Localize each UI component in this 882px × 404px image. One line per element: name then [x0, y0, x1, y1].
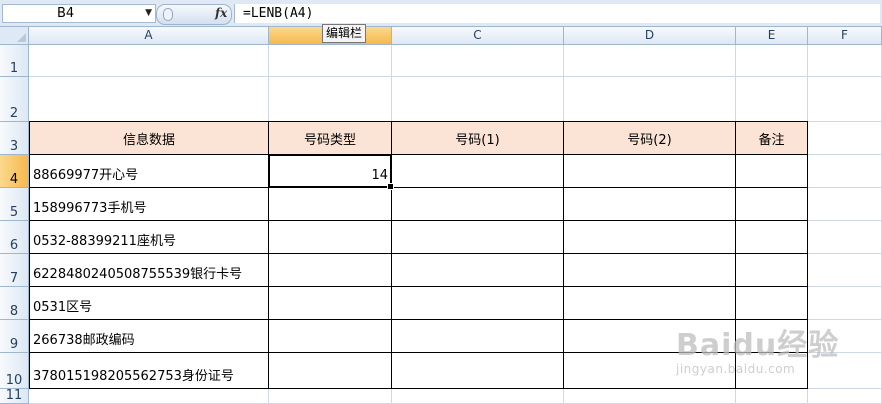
- table-cell[interactable]: [269, 188, 392, 221]
- table-cell[interactable]: 6228480240508755539银行卡号: [30, 254, 269, 287]
- select-all-button[interactable]: [0, 27, 29, 45]
- cell-f[interactable]: [808, 221, 882, 254]
- cell-a1[interactable]: [29, 45, 269, 77]
- insert-function-icon[interactable]: fx: [215, 6, 227, 20]
- cell-f3[interactable]: [808, 122, 882, 155]
- table-cell-value: 266738邮政编码: [33, 333, 135, 348]
- table-cell-value: 0532-88399211座机号: [33, 234, 176, 249]
- cell-c2[interactable]: [392, 77, 564, 122]
- table-cell[interactable]: [564, 254, 736, 287]
- table-header-cell[interactable]: 号码(1): [392, 122, 564, 155]
- formula-input[interactable]: =LENB(A4): [234, 4, 880, 23]
- table-cell[interactable]: 0531区号: [30, 287, 269, 320]
- name-box-value: B4: [57, 6, 75, 21]
- table-header-cell[interactable]: 信息数据: [30, 122, 269, 155]
- table-cell[interactable]: [564, 188, 736, 221]
- cell-e2[interactable]: [736, 77, 808, 122]
- cell-b2[interactable]: [269, 77, 392, 122]
- table-cell[interactable]: [736, 287, 808, 320]
- watermark-url: jingyan.baidu.com: [676, 362, 796, 376]
- table-cell[interactable]: [736, 254, 808, 287]
- cell-f2[interactable]: [808, 77, 882, 122]
- chevron-down-icon[interactable]: ▼: [145, 5, 152, 22]
- cell-f1[interactable]: [808, 45, 882, 77]
- formula-bar-tooltip: 编辑栏: [322, 24, 367, 43]
- row-header-11[interactable]: 11: [0, 388, 29, 404]
- cell-d2[interactable]: [564, 77, 736, 122]
- cell-c1[interactable]: [392, 45, 564, 77]
- table-cell-value: 6228480240508755539银行卡号: [33, 267, 243, 282]
- column-header-e[interactable]: E: [736, 27, 808, 45]
- table-cell[interactable]: [392, 287, 564, 320]
- table-cell[interactable]: 88669977开心号: [30, 155, 269, 188]
- table-cell[interactable]: [392, 188, 564, 221]
- resize-grip-icon[interactable]: [163, 8, 173, 21]
- cell-a11[interactable]: [29, 389, 269, 404]
- table-cell[interactable]: [392, 155, 564, 188]
- table-cell-value: 378015198205562753身份证号: [33, 369, 234, 384]
- cell-d11[interactable]: [564, 389, 736, 404]
- table-cell[interactable]: [269, 287, 392, 320]
- table-cell[interactable]: [736, 155, 808, 188]
- cell-b11[interactable]: [269, 389, 392, 404]
- table-header-cell[interactable]: 号码类型: [269, 122, 392, 155]
- table-cell[interactable]: [269, 320, 392, 353]
- cell-a2[interactable]: [29, 77, 269, 122]
- formula-bar: B4 ▼ fx =LENB(A4): [0, 0, 882, 27]
- column-header-d[interactable]: D: [564, 27, 736, 45]
- formula-controls: fx: [156, 4, 232, 25]
- table-cell-value: 0531区号: [33, 300, 93, 315]
- table-cell-value: 88669977开心号: [33, 168, 139, 183]
- table-cell[interactable]: [392, 221, 564, 254]
- row-header-9[interactable]: 9: [0, 320, 29, 353]
- row-header-3[interactable]: 3: [0, 122, 29, 155]
- cell-f11[interactable]: [808, 389, 882, 404]
- name-box[interactable]: B4 ▼: [2, 4, 156, 23]
- cell-d1[interactable]: [564, 45, 736, 77]
- row-header-2[interactable]: 2: [0, 77, 29, 122]
- row-header-8[interactable]: 8: [0, 287, 29, 320]
- cell-f[interactable]: [808, 188, 882, 221]
- cell-c11[interactable]: [392, 389, 564, 404]
- fill-handle[interactable]: [387, 183, 394, 190]
- table-cell[interactable]: [564, 287, 736, 320]
- table-cell[interactable]: 266738邮政编码: [30, 320, 269, 353]
- row-header-6[interactable]: 6: [0, 221, 29, 254]
- cell-b1[interactable]: [269, 45, 392, 77]
- table-cell[interactable]: [392, 353, 564, 389]
- table-cell[interactable]: [564, 155, 736, 188]
- column-header-c[interactable]: C: [392, 27, 564, 45]
- row-header-4[interactable]: 4: [0, 155, 29, 188]
- cell-f[interactable]: [808, 155, 882, 188]
- watermark-brand: Baidu经验: [676, 328, 840, 363]
- baidu-watermark: Baidu经验 jingyan.baidu.com: [676, 320, 839, 376]
- cell-f[interactable]: [808, 287, 882, 320]
- row-header-1[interactable]: 1: [0, 45, 29, 77]
- cell-e11[interactable]: [736, 389, 808, 404]
- active-cell-b4[interactable]: [268, 154, 394, 190]
- table-cell[interactable]: [736, 188, 808, 221]
- table-cell[interactable]: [269, 221, 392, 254]
- row-header-10[interactable]: 10: [0, 353, 29, 389]
- table-cell[interactable]: 0532-88399211座机号: [30, 221, 269, 254]
- table-cell[interactable]: [392, 320, 564, 353]
- cell-f[interactable]: [808, 254, 882, 287]
- column-header-f[interactable]: F: [808, 27, 882, 45]
- table-cell[interactable]: [392, 254, 564, 287]
- table-cell[interactable]: [269, 254, 392, 287]
- table-cell-value: 158996773手机号: [33, 201, 147, 216]
- cell-e1[interactable]: [736, 45, 808, 77]
- row-header-5[interactable]: 5: [0, 188, 29, 221]
- table-cell[interactable]: [564, 221, 736, 254]
- table-header-cell[interactable]: 号码(2): [564, 122, 736, 155]
- column-header-a[interactable]: A: [29, 27, 269, 45]
- table-header-cell[interactable]: 备注: [736, 122, 808, 155]
- row-header-7[interactable]: 7: [0, 254, 29, 287]
- table-cell[interactable]: 158996773手机号: [30, 188, 269, 221]
- table-cell[interactable]: [269, 353, 392, 389]
- table-cell[interactable]: [736, 221, 808, 254]
- select-all-icon: [17, 33, 26, 42]
- table-cell[interactable]: 378015198205562753身份证号: [30, 353, 269, 389]
